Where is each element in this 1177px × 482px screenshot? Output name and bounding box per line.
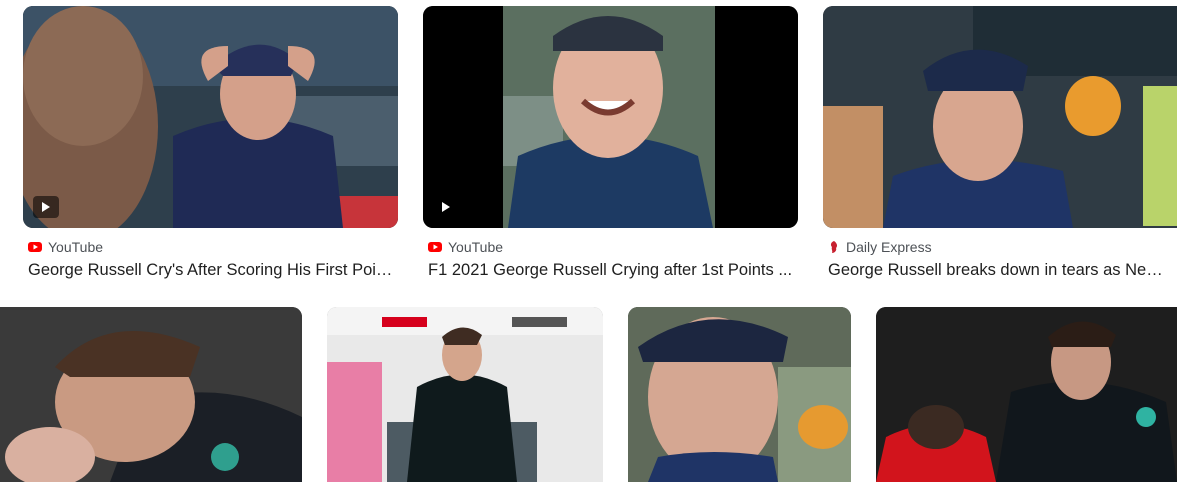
result-title[interactable]: George Russell breaks down in tears as N…	[828, 261, 1173, 280]
source-name: Daily Express	[846, 239, 932, 255]
play-icon	[33, 196, 59, 218]
play-icon	[433, 196, 459, 218]
thumbnail-image	[876, 307, 1177, 482]
image-result-6[interactable]	[628, 307, 851, 482]
result-thumbnail[interactable]	[327, 307, 603, 482]
image-result-4[interactable]	[0, 307, 302, 482]
result-thumbnail[interactable]	[823, 6, 1177, 228]
image-result-3[interactable]: Daily Express George Russell breaks down…	[823, 6, 1177, 290]
result-thumbnail[interactable]	[23, 6, 398, 228]
thumbnail-image	[423, 6, 798, 228]
daily-express-icon	[830, 241, 838, 253]
result-source[interactable]: Daily Express	[828, 239, 932, 255]
thumbnail-image	[628, 307, 851, 482]
image-result-1[interactable]: YouTube George Russell Cry's After Scori…	[23, 6, 398, 290]
source-name: YouTube	[48, 239, 104, 255]
result-title[interactable]: F1 2021 George Russell Crying after 1st …	[428, 261, 793, 280]
thumbnail-image	[23, 6, 398, 228]
result-title[interactable]: George Russell Cry's After Scoring His F…	[28, 261, 393, 280]
result-source[interactable]: YouTube	[428, 239, 503, 255]
result-source[interactable]: YouTube	[28, 239, 103, 255]
source-name: YouTube	[448, 239, 504, 255]
result-thumbnail[interactable]	[876, 307, 1177, 482]
result-thumbnail[interactable]	[0, 307, 302, 482]
result-thumbnail[interactable]	[423, 6, 798, 228]
image-result-5[interactable]	[327, 307, 603, 482]
image-result-7[interactable]	[876, 307, 1177, 482]
youtube-icon	[428, 242, 442, 252]
thumbnail-image	[823, 6, 1177, 228]
thumbnail-image	[327, 307, 603, 482]
image-result-2[interactable]: YouTube F1 2021 George Russell Crying af…	[423, 6, 798, 290]
result-thumbnail[interactable]	[628, 307, 851, 482]
youtube-icon	[28, 242, 42, 252]
thumbnail-image	[0, 307, 302, 482]
